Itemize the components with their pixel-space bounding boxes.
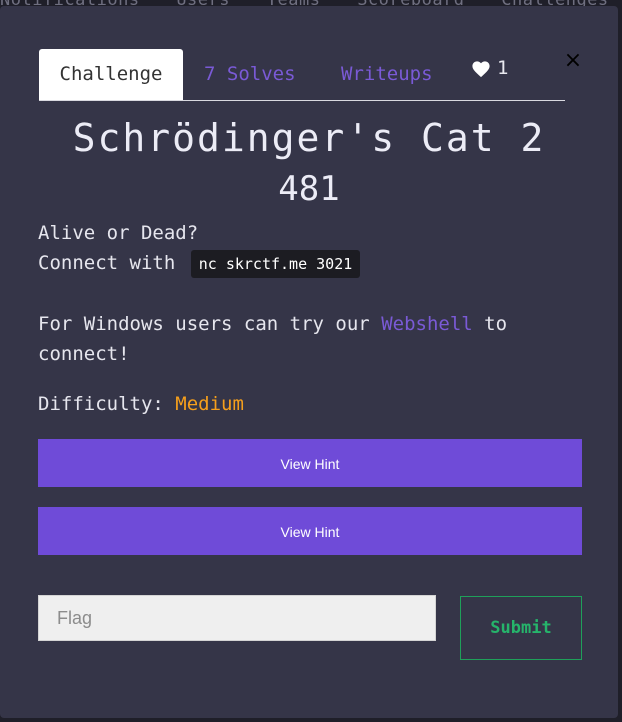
windows-prefix: For Windows users can try our xyxy=(38,313,370,335)
view-hint-button-2[interactable]: View Hint xyxy=(38,507,582,555)
challenge-tabs: Challenge 7 Solves Writeups 1 xyxy=(39,49,565,101)
windows-suffix-to: to xyxy=(484,313,508,335)
connect-command: nc skrctf.me 3021 xyxy=(190,250,361,278)
description-line-2: Connect with nc skrctf.me 3021 xyxy=(38,248,361,279)
challenge-modal: × Challenge 7 Solves Writeups 1 Schrödin… xyxy=(0,6,618,718)
windows-paragraph: For Windows users can try our Webshell t… xyxy=(38,309,578,369)
view-hint-button-1[interactable]: View Hint xyxy=(38,439,582,487)
flag-input[interactable] xyxy=(38,595,436,641)
close-icon[interactable]: × xyxy=(562,50,584,72)
challenge-title: Schrödinger's Cat 2 xyxy=(72,116,546,160)
webshell-link[interactable]: Webshell xyxy=(381,313,473,335)
windows-suffix-connect: connect! xyxy=(38,343,130,365)
difficulty-value: Medium xyxy=(175,393,244,415)
connect-prefix: Connect with xyxy=(38,252,176,274)
difficulty-row: Difficulty: Medium xyxy=(38,389,244,419)
tab-writeups[interactable]: Writeups xyxy=(341,49,433,100)
likes-count: 1 xyxy=(497,57,509,79)
challenge-points: 481 xyxy=(278,169,340,209)
description-text: Alive or Dead? xyxy=(38,222,199,244)
description-line-1: Alive or Dead? xyxy=(38,218,198,248)
submit-button[interactable]: Submit xyxy=(460,596,582,660)
heart-icon xyxy=(472,60,490,77)
tab-challenge[interactable]: Challenge xyxy=(39,49,183,100)
tab-solves[interactable]: 7 Solves xyxy=(204,49,296,100)
difficulty-label: Difficulty: xyxy=(38,393,164,415)
likes-button[interactable]: 1 xyxy=(471,43,508,94)
